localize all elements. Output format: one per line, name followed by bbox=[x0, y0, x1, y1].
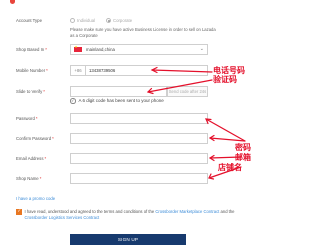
confirm-password-label: Confirm Password* bbox=[16, 136, 54, 141]
promo-code-link[interactable]: I have a promo code bbox=[16, 196, 55, 201]
radio-corporate[interactable]: Corporate bbox=[106, 18, 132, 23]
verification-code-input[interactable] bbox=[70, 86, 167, 97]
terms-agreement: I have read, understood and agreed to th… bbox=[16, 209, 246, 220]
chevron-down-icon: ⌄ bbox=[199, 46, 204, 52]
phone-input[interactable]: 13438739506 bbox=[86, 65, 208, 76]
agree-text: I have read, understood and agreed to th… bbox=[24, 209, 235, 220]
marketplace-contract-link[interactable]: Crossborder Marketplace Contract bbox=[155, 209, 219, 214]
annotation-verify: 验证码 bbox=[213, 75, 237, 84]
password-arrow-2 bbox=[209, 137, 246, 142]
annotation-phone: 电话号码 bbox=[213, 66, 245, 75]
radio-circle-icon bbox=[106, 18, 111, 23]
ship-based-label: Shop Based In* bbox=[16, 47, 47, 52]
phone-prefix-select[interactable]: +86 bbox=[70, 65, 86, 76]
password-arrow-2-head bbox=[208, 134, 215, 142]
password-arrow-1 bbox=[205, 118, 246, 142]
annotation-email: 邮箱 bbox=[235, 153, 251, 162]
ship-based-select[interactable]: mainland,china ⌄ bbox=[70, 44, 208, 55]
verify-label: Slide to Verify* bbox=[16, 89, 45, 94]
logo-icon bbox=[10, 0, 15, 4]
agree-checkbox[interactable] bbox=[16, 209, 22, 215]
mobile-label: Mobile Number* bbox=[16, 68, 48, 73]
check-circle-icon: ✓ bbox=[70, 98, 76, 104]
top-bar bbox=[0, 0, 259, 7]
shop-name-input[interactable] bbox=[70, 173, 208, 184]
annotation-password: 密码 bbox=[235, 143, 251, 152]
radio-individual[interactable]: Individual bbox=[70, 18, 95, 23]
annotation-shop-name: 店铺名 bbox=[218, 163, 242, 172]
shop-name-arrow-head bbox=[208, 173, 215, 180]
radio-circle-icon bbox=[70, 18, 75, 23]
send-code-button[interactable]: Send code after 24s bbox=[167, 86, 208, 97]
email-input[interactable] bbox=[70, 153, 208, 164]
shop-name-label: Shop Name* bbox=[16, 176, 42, 181]
code-sent-message: ✓ A 6 digit code has been sent to your p… bbox=[70, 98, 164, 104]
signup-button[interactable]: SIGN UP bbox=[70, 234, 186, 245]
confirm-password-input[interactable] bbox=[70, 133, 208, 144]
logistics-contract-link[interactable]: Crossborder Logistics Services Contract bbox=[25, 215, 100, 220]
account-type-note: Please make sure you have active Busines… bbox=[70, 27, 216, 38]
account-type-label: Account Type bbox=[16, 18, 42, 23]
password-label: Password* bbox=[16, 116, 38, 121]
password-input[interactable] bbox=[70, 113, 208, 124]
email-arrow-head bbox=[208, 154, 215, 162]
email-label: Email Address* bbox=[16, 156, 47, 161]
china-flag-icon bbox=[74, 45, 82, 53]
